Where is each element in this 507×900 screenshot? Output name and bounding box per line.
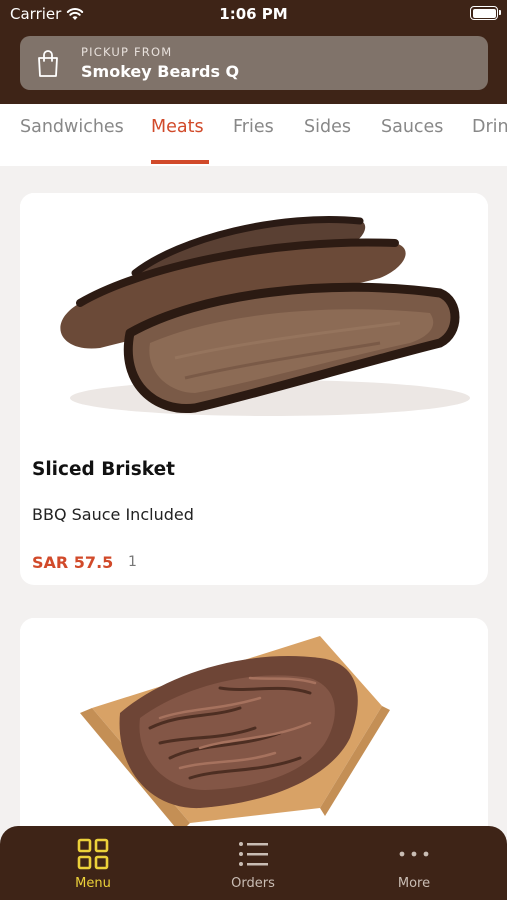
bottom-navigation: Menu Orders More xyxy=(0,826,507,900)
nav-orders-label: Orders xyxy=(231,876,275,891)
product-quantity: 1 xyxy=(128,554,137,570)
category-tabs: Sandwiches Meats Fries Sides Sauces Drin… xyxy=(0,104,507,166)
app-header: Carrier 1:06 PM PICKUP FROM Smokey Beard… xyxy=(0,0,507,104)
product-list[interactable]: Sliced Brisket BBQ Sauce Included SAR 57… xyxy=(0,166,507,826)
status-bar: Carrier 1:06 PM xyxy=(0,0,507,30)
pickup-store-name: Smokey Beards Q xyxy=(81,62,240,81)
tab-sauces[interactable]: Sauces xyxy=(381,117,443,137)
tab-sandwiches[interactable]: Sandwiches xyxy=(20,117,124,137)
nav-orders[interactable]: Orders xyxy=(193,838,313,891)
tab-drinks[interactable]: Drinks xyxy=(472,117,507,137)
product-card[interactable] xyxy=(20,618,488,826)
nav-menu[interactable]: Menu xyxy=(33,838,153,891)
tab-fries[interactable]: Fries xyxy=(233,117,274,137)
list-icon xyxy=(239,842,268,866)
product-card[interactable]: Sliced Brisket BBQ Sauce Included SAR 57… xyxy=(20,193,488,585)
product-image xyxy=(20,618,488,826)
shopping-bag-icon xyxy=(38,50,58,77)
more-dots-icon xyxy=(399,851,429,857)
tab-meats[interactable]: Meats xyxy=(151,117,204,137)
tab-sides[interactable]: Sides xyxy=(304,117,351,137)
nav-menu-label: Menu xyxy=(75,876,111,891)
nav-more[interactable]: More xyxy=(354,838,474,891)
product-name: Sliced Brisket xyxy=(32,459,175,480)
product-price: SAR 57.5 xyxy=(32,553,114,572)
grid-icon xyxy=(77,838,109,870)
battery-icon xyxy=(470,6,501,20)
pickup-location-selector[interactable]: PICKUP FROM Smokey Beards Q xyxy=(20,36,488,90)
pickup-label: PICKUP FROM xyxy=(81,45,173,59)
product-image xyxy=(20,193,488,433)
nav-more-label: More xyxy=(397,876,431,891)
product-description: BBQ Sauce Included xyxy=(32,505,194,524)
active-tab-indicator xyxy=(151,160,209,164)
status-time: 1:06 PM xyxy=(219,5,288,23)
